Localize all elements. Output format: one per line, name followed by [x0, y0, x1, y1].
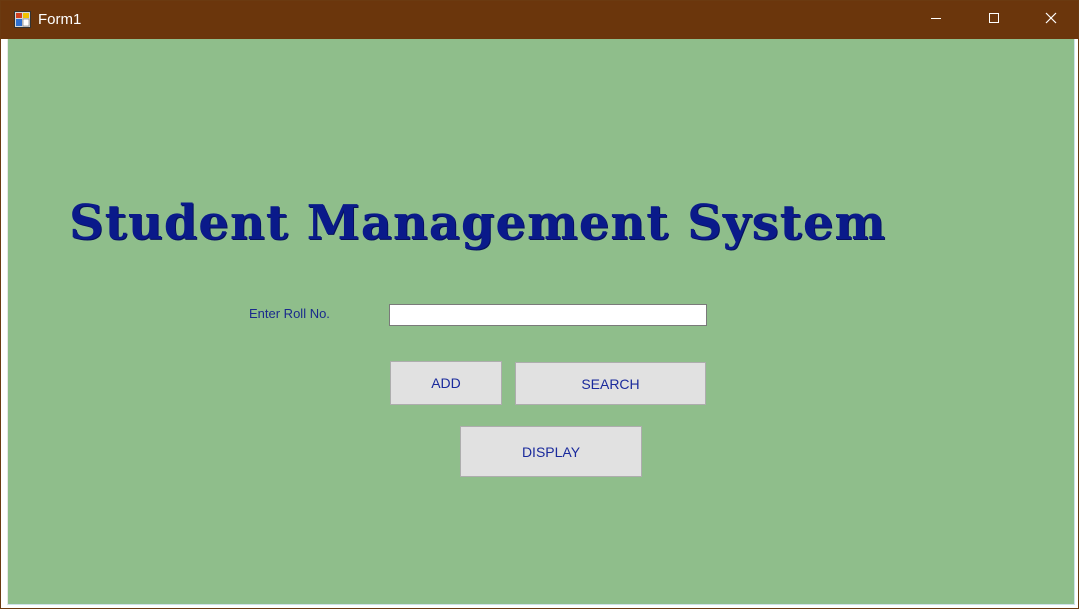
minimize-icon [930, 11, 942, 29]
title-bar[interactable]: Form1 [1, 1, 1078, 39]
display-button[interactable]: DISPLAY [460, 426, 642, 477]
maximize-button[interactable] [965, 1, 1023, 39]
close-icon [1045, 11, 1057, 29]
minimize-button[interactable] [907, 1, 965, 39]
roll-number-label: Enter Roll No. [249, 306, 330, 321]
application-window: Form1 Student Management System Enter Ro… [0, 0, 1079, 609]
form-app-icon [14, 11, 31, 28]
form-client-area: Student Management System Enter Roll No.… [7, 39, 1075, 605]
window-title: Form1 [38, 11, 82, 28]
search-button[interactable]: SEARCH [515, 362, 706, 405]
close-button[interactable] [1022, 1, 1079, 39]
add-button[interactable]: ADD [390, 361, 502, 405]
app-heading: Student Management System [69, 195, 887, 251]
roll-number-input[interactable] [389, 304, 707, 326]
maximize-icon [988, 11, 1000, 29]
